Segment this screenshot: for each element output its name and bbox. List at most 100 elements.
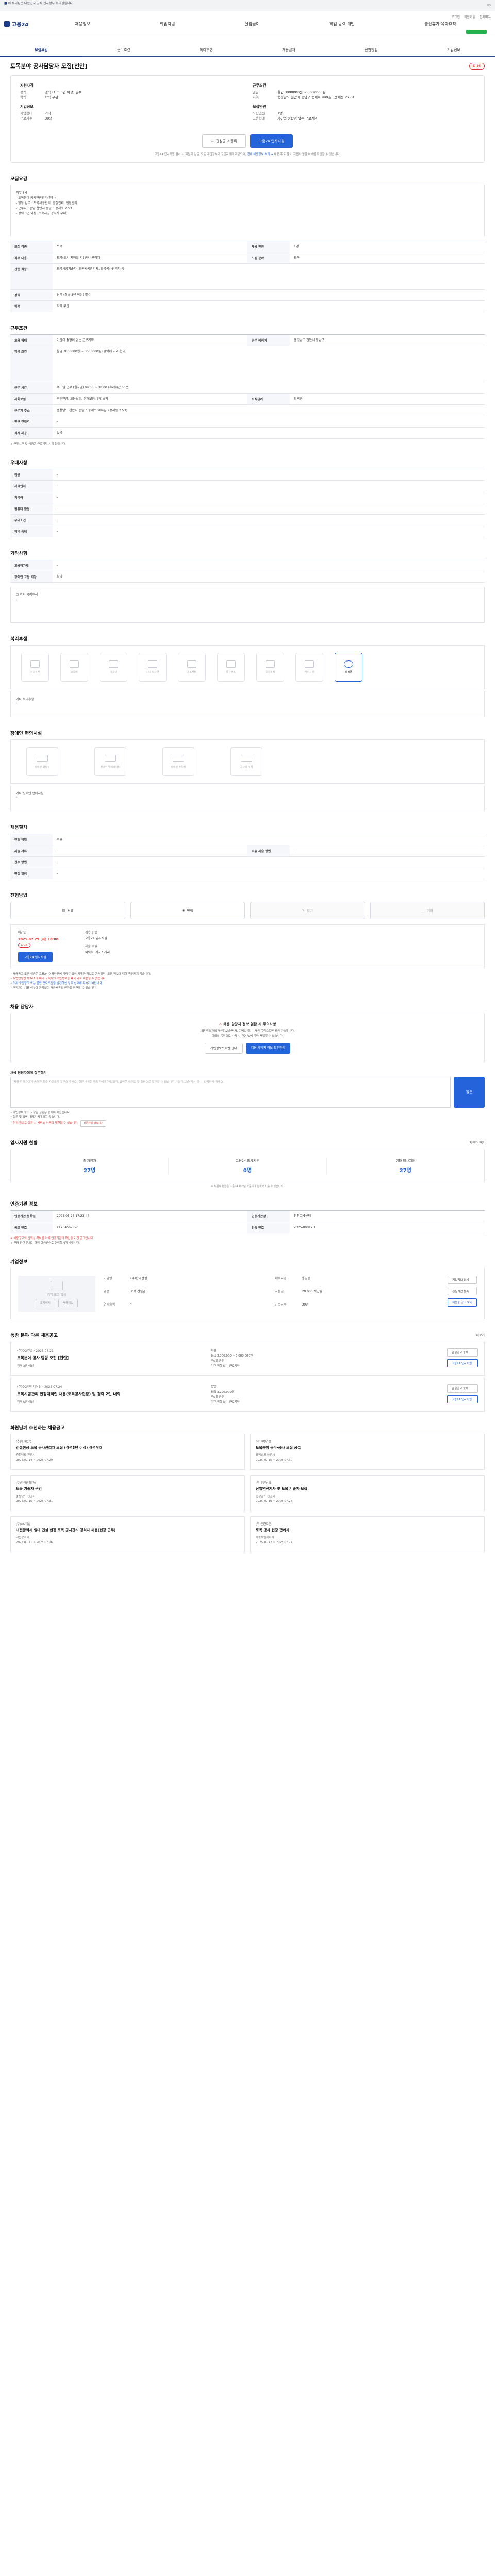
info-table: 인증기관 등록일 2025.05.27 17:23:44 인증기관명 천안고용센터 …	[10, 1210, 485, 1233]
row-value: 충청남도 천안시 동남구 풍세로 999길, (풍세동 27-3)	[57, 409, 127, 412]
contact-actions: 개인정보보호법 안내 채용 담당자 정보 확인하기	[19, 1043, 476, 1054]
company-jobs-link[interactable]: 채용정보	[58, 1298, 78, 1307]
apply-button[interactable]: 고용24 입사지원	[447, 1395, 478, 1403]
job-summary: 지원자격 경력 경력 (최소 3년 이상) 필수 학력 학력 무관 근무조건 임금 월…	[10, 75, 485, 163]
disabled-note-label: 기타 장애인 편의시설	[16, 792, 44, 795]
top-nav: 고용24 채용정보 취업지원 실업급여 직업 능력 개발 출산휴가·육아휴직 로…	[0, 11, 495, 37]
tab-welfare[interactable]: 복리후생	[165, 42, 248, 56]
row-label: 경력	[10, 290, 53, 300]
nav-jobs[interactable]: 채용정보	[74, 19, 91, 29]
company-info: 기업명 (주)한국건설 대표자명 홍길동 업종 토목 건설업 자본금 20,000 백만…	[104, 1276, 439, 1312]
card-company: (주)OO개발	[16, 1523, 31, 1526]
stats-right-label[interactable]: 지원자 현황	[469, 1140, 485, 1145]
value: 기타	[45, 111, 51, 115]
value: 경력 (최소 3년 이상) 필수	[45, 90, 82, 94]
nav-employment[interactable]: 취업지원	[159, 19, 176, 29]
company-detail-button[interactable]: 기업정보 상세	[448, 1276, 477, 1284]
label: 모집인원	[253, 111, 265, 115]
table-row: 장애인 고용 희망 희망	[10, 571, 485, 583]
label: 대표자명	[275, 1277, 287, 1280]
reco-card[interactable]: (주)OO개발대전광역시 일대 건설 현장 토목 공사관리 경력자 채용(현장 …	[10, 1516, 245, 1552]
reco-card[interactable]: (주)미래종합건설 토목 기술자 구인 충청남도 천안시 2025.07.16 ~ 2…	[10, 1475, 245, 1511]
card-meta: 충청남도 아산시	[256, 1454, 275, 1457]
scrap-label: 관심공고 등록	[216, 139, 237, 143]
login-link[interactable]: 로그인	[451, 15, 460, 19]
same-header: 동종 분야 다른 채용공고 더보기	[0, 1332, 495, 1338]
signup-link[interactable]: 회원가입	[464, 15, 475, 19]
site-logo[interactable]: 고용24	[4, 20, 40, 28]
company-follow-button[interactable]: 관심기업 등록	[448, 1287, 477, 1295]
row-value: -	[57, 518, 58, 522]
nav-training[interactable]: 직업 능력 개발	[328, 19, 356, 29]
apply-button[interactable]: 고용24 입사지원	[447, 1359, 478, 1367]
job-tag: 경력 5년 이상	[17, 1401, 34, 1404]
job-meta-line: 기간 정함 없는 근로계약	[211, 1401, 240, 1404]
tab-company[interactable]: 기업정보	[412, 42, 495, 56]
tab-process[interactable]: 채용절차	[248, 42, 330, 56]
inquiry-note-text: 개인정보 등이 포함된 질문은 등록이 제한됩니다.	[13, 1111, 71, 1114]
table-row: 접수 방법 -	[10, 857, 485, 868]
section-tabs: 모집요강 근무조건 복리후생 채용절차 전형방법 기업정보	[0, 37, 495, 57]
scrap-button[interactable]: ♡ 관심공고 등록	[202, 134, 246, 148]
card-title[interactable]: 건설현장 토목 공사관리자 모집 (경력3년 이상) 경력우대	[16, 1445, 239, 1450]
section-heading: 기업정보	[10, 1260, 28, 1265]
job-card[interactable]: (주)OO엔지니어링 · 2025.07.24 토목시공관리 현장대리인 채용(…	[10, 1378, 485, 1412]
reco-card[interactable]: (주)푸른산업 산업안전기사 및 토목 기술자 모집 충청남도 천안시 2025.07…	[250, 1475, 485, 1511]
notice-text: 허위 구인광고 또는 불법 근로조건을 발견하신 경우 신고해 주시기 바랍니다…	[13, 982, 103, 985]
scrap-button[interactable]: 관심공고 등록	[447, 1384, 478, 1393]
table-row: 우대조건 -	[10, 515, 485, 526]
card-title[interactable]: 토목분야 공무·공사 모집 공고	[256, 1445, 479, 1450]
card-title[interactable]: 산업안전기사 및 토목 기술자 모집	[256, 1486, 479, 1492]
show-contact-button[interactable]: 채용 담당자 정보 확인하기	[245, 1043, 291, 1054]
reco-card[interactable]: (주)한빛건설 토목분야 공무·공사 모집 공고 충청남도 아산시 2025.07.1…	[250, 1434, 485, 1470]
label: 기업명	[104, 1277, 112, 1280]
row-label: 퇴직급여	[248, 394, 290, 404]
job-date: 2025.07.21	[36, 1349, 54, 1353]
company-actions: 기업정보 상세 관심기업 등록 채용중 공고 보기	[448, 1276, 477, 1312]
section-heading: 모집요강	[10, 177, 28, 182]
inquiry-manage-button[interactable]: 질문관리 바로가기	[80, 1120, 107, 1127]
welfare-label: 자녀 학자금	[146, 671, 159, 674]
company-logo: 기업 로고 없음 홈페이지 채용정보	[18, 1276, 95, 1312]
apply-note-link[interactable]: 전체 채용정보 보기 →	[247, 153, 273, 156]
table-row: 사회보험 국민연금, 고용보험, 산재보험, 건강보험 퇴직급여 퇴직금	[10, 394, 485, 405]
job-card[interactable]: (주)OO건설 · 2025.07.21 토목분야 공사 담당 모집 [천안] …	[10, 1342, 485, 1376]
job-card-title[interactable]: 토목분야 공사 담당 모집 [천안]	[17, 1355, 203, 1361]
process-section: 채용절차 전형 방법 서류 제출 서류 - 서류 제출 방법 - 접수 방법 - 면접 …	[0, 824, 495, 879]
company-jobs-button[interactable]: 채용중 공고 보기	[448, 1298, 477, 1307]
reco-card[interactable]: (주)신한토건 토목 공사 현장 관리자 세종특별자치시 2025.07.12 ~ 2…	[250, 1516, 485, 1552]
inquiry-input[interactable]: 채용 담당자에게 궁금한 점을 자유롭게 질문해 주세요. 질문 내용은 담당자…	[10, 1077, 451, 1108]
parking-icon	[173, 754, 184, 762]
section-heading: 채용 담당자	[10, 1005, 34, 1010]
same-more-link[interactable]: 더보기	[476, 1333, 485, 1337]
inquiry-note: • 개인정보 등이 포함된 질문은 등록이 제한됩니다.	[10, 1111, 71, 1114]
tab-method[interactable]: 전형방법	[330, 42, 412, 56]
nav-leave[interactable]: 출산휴가·육아휴직	[423, 19, 457, 29]
scrap-button[interactable]: 관심공고 등록	[447, 1348, 478, 1357]
nav-unemployment[interactable]: 실업급여	[243, 19, 260, 29]
homepage-link[interactable]: 홈페이지	[35, 1298, 55, 1307]
tab-conditions[interactable]: 근무조건	[82, 42, 165, 56]
welfare-item: 통근버스	[217, 653, 245, 682]
conditions-table: 고용 형태 기간의 정함이 없는 근로계약 근무 예정지 충청남도 천안시 동남…	[10, 334, 485, 439]
job-meta-line: 서울	[211, 1349, 217, 1352]
stat-number: 27명	[84, 1168, 96, 1174]
apply-button[interactable]: 고용24 입사지원	[250, 134, 293, 148]
all-menu-link[interactable]: 전체메뉴	[480, 15, 491, 19]
privacy-info-button[interactable]: 개인정보보호법 안내	[204, 1043, 243, 1054]
job-card-title[interactable]: 토목시공관리 현장대리인 채용(토목공사현장) 및 경력 2인 내외	[17, 1391, 203, 1397]
inquiry-submit-button[interactable]: 질문	[454, 1077, 485, 1108]
card-title[interactable]: 토목 공사 현장 관리자	[256, 1528, 479, 1533]
tab-recruit[interactable]: 모집요강	[0, 42, 82, 57]
card-title[interactable]: 대전광역시 일대 건설 현장 토목 공사관리 경력자 채용(현장 근무)	[16, 1528, 239, 1533]
welfare-label: 통근버스	[226, 671, 236, 674]
card-title[interactable]: 토목 기술자 구인	[16, 1486, 239, 1492]
job-meta-line: 월급 3,000,000 ~ 3,600,000원	[211, 1354, 253, 1358]
job-title-row: 토목분야 공사담당자 모집[천안] D-16	[0, 57, 495, 73]
stat-label: 총 지원자	[82, 1159, 96, 1163]
welfare-item: 교육비	[60, 653, 88, 682]
reco-card[interactable]: (주)대한토목 건설현장 토목 공사관리자 모집 (경력3년 이상) 경력우대 충청…	[10, 1434, 245, 1470]
apply-button-2[interactable]: 고용24 입사지원	[18, 952, 53, 962]
row-value: -	[57, 530, 58, 533]
row-value: 토목	[294, 256, 300, 260]
